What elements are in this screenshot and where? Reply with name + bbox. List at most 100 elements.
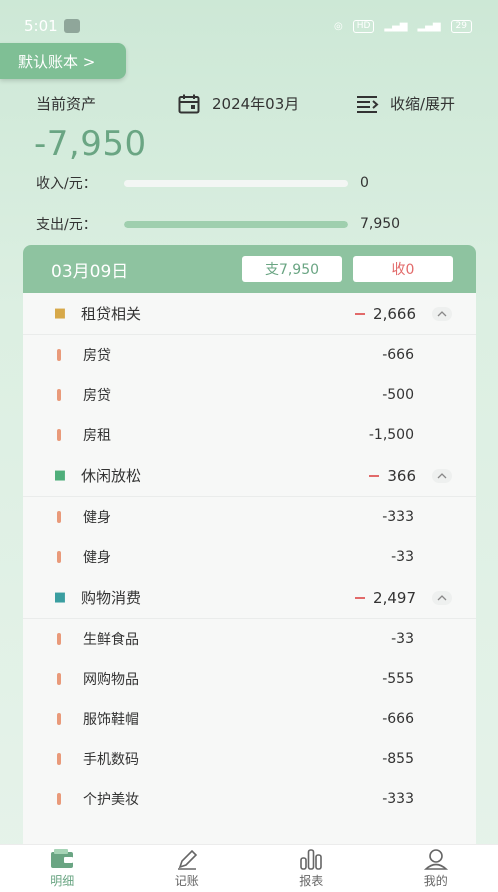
toggle-label: 收缩/展开	[390, 95, 456, 113]
expense-value: 7,950	[360, 216, 401, 232]
list-item[interactable]: 房贷 -666	[23, 335, 476, 375]
income-bar	[124, 179, 348, 187]
list-item[interactable]: 房贷 -500	[23, 375, 476, 415]
category-total: 2,497	[355, 589, 416, 607]
category-row[interactable]: ■ 休闲放松 366	[23, 455, 476, 497]
item-name: 房贷	[83, 388, 111, 404]
item-marker	[57, 511, 61, 523]
day-card: 03月09日 支7,950 收0 ■ 租贷相关 2,666 房贷 -666 房贷 -500 房…	[23, 245, 476, 845]
income-row: 收入/元： 0	[36, 173, 369, 193]
category-name: 休闲放松	[81, 467, 142, 485]
wrench-icon	[63, 19, 80, 33]
category-row[interactable]: ■ 租贷相关 2,666	[23, 293, 476, 335]
item-marker	[57, 793, 61, 805]
calendar-icon	[178, 94, 200, 113]
tab-report[interactable]: 报表	[271, 848, 351, 889]
asset-label: 当前资产	[36, 95, 97, 113]
minus-icon	[355, 596, 366, 599]
house-icon: ■	[53, 306, 67, 321]
item-name: 服饰鞋帽	[83, 712, 139, 728]
item-marker	[57, 429, 61, 441]
tab-record[interactable]: 记账	[147, 848, 227, 889]
item-marker	[57, 389, 61, 401]
user-icon	[423, 849, 448, 870]
chevron-up-icon[interactable]	[432, 306, 452, 321]
item-amount: -500	[382, 387, 414, 403]
month-picker[interactable]: 2024年03月	[178, 93, 299, 114]
collapse-icon	[357, 95, 379, 113]
income-value: 0	[360, 175, 369, 191]
item-amount: -33	[391, 631, 414, 647]
list-item[interactable]: 健身 -33	[23, 537, 476, 577]
category-name: 租贷相关	[81, 305, 142, 323]
list-item[interactable]: 手机数码 -855	[23, 739, 476, 779]
expense-row: 支出/元： 7,950	[36, 214, 400, 234]
month-label: 2024年03月	[212, 95, 300, 113]
expense-chip[interactable]: 支7,950	[242, 256, 342, 282]
palm-tree-icon: ■	[53, 468, 67, 483]
item-amount: -333	[382, 791, 414, 807]
item-marker	[57, 349, 61, 361]
category-total-value: 2,497	[373, 588, 416, 607]
item-name: 健身	[83, 510, 111, 526]
battery-icon: 29	[450, 19, 472, 33]
item-amount: -855	[382, 751, 414, 767]
income-chip[interactable]: 收0	[353, 256, 453, 282]
income-label: 收入/元：	[36, 176, 97, 192]
tab-record-label: 记账	[174, 874, 199, 888]
tab-bar: 明细 记账 报表 我的	[0, 844, 498, 892]
cart-icon: ■	[53, 590, 67, 605]
item-amount: -333	[382, 509, 414, 525]
list-item[interactable]: 个护美妆 -333	[23, 779, 476, 819]
category-total: 366	[369, 467, 416, 485]
list-item[interactable]: 健身 -333	[23, 497, 476, 537]
category-total-value: 366	[387, 466, 416, 485]
item-marker	[57, 713, 61, 725]
list-item[interactable]: 生鲜食品 -33	[23, 619, 476, 659]
tab-mine-label: 我的	[423, 874, 448, 888]
minus-icon	[355, 312, 366, 315]
hotspot-icon: ◎	[333, 20, 343, 32]
tab-report-label: 报表	[299, 874, 324, 888]
category-list: ■ 租贷相关 2,666 房贷 -666 房贷 -500 房租 -1,500 ■ 休闲放松 366 健身…	[23, 293, 476, 819]
item-amount: -1,500	[368, 427, 414, 443]
category-total: 2,666	[355, 305, 416, 323]
category-row[interactable]: ■ 购物消费 2,497	[23, 577, 476, 619]
ledger-button[interactable]: 默认账本 >	[0, 43, 126, 79]
item-amount: -33	[391, 549, 414, 565]
asset-value: -7,950	[34, 124, 147, 164]
tab-mine[interactable]: 我的	[396, 848, 476, 889]
category-name: 购物消费	[81, 589, 142, 607]
item-name: 房租	[83, 428, 111, 444]
chevron-up-icon[interactable]	[432, 468, 452, 483]
list-item[interactable]: 服饰鞋帽 -666	[23, 699, 476, 739]
signal-2-icon: ▂▄▆	[417, 20, 441, 32]
item-name: 生鲜食品	[83, 632, 139, 648]
item-amount: -666	[382, 347, 414, 363]
chevron-up-icon[interactable]	[432, 590, 452, 605]
status-left: 5:01	[24, 17, 80, 35]
expense-label: 支出/元：	[36, 217, 97, 233]
tab-details[interactable]: 明细	[22, 848, 102, 889]
item-name: 网购物品	[83, 672, 139, 688]
item-name: 手机数码	[83, 752, 139, 768]
pen-icon	[177, 849, 197, 870]
collapse-toggle[interactable]: 收缩/展开	[356, 93, 455, 114]
item-name: 健身	[83, 550, 111, 566]
expense-bar	[124, 220, 348, 228]
expense-bar-fill	[124, 220, 348, 228]
day-header: 03月09日 支7,950 收0	[23, 245, 476, 293]
list-item[interactable]: 网购物品 -555	[23, 659, 476, 699]
hd-icon: HD	[352, 19, 375, 33]
item-marker	[57, 633, 61, 645]
signal-icon: ▂▄▆	[384, 20, 408, 32]
bar-chart-icon	[300, 849, 323, 870]
wallet-icon	[51, 849, 74, 868]
list-item[interactable]: 房租 -1,500	[23, 415, 476, 455]
category-total-value: 2,666	[373, 304, 416, 323]
item-amount: -555	[382, 671, 414, 687]
status-right: ◎ HD ▂▄▆ ▂▄▆ 29	[333, 19, 472, 33]
item-marker	[57, 551, 61, 563]
minus-icon	[369, 474, 380, 477]
item-marker	[57, 753, 61, 765]
